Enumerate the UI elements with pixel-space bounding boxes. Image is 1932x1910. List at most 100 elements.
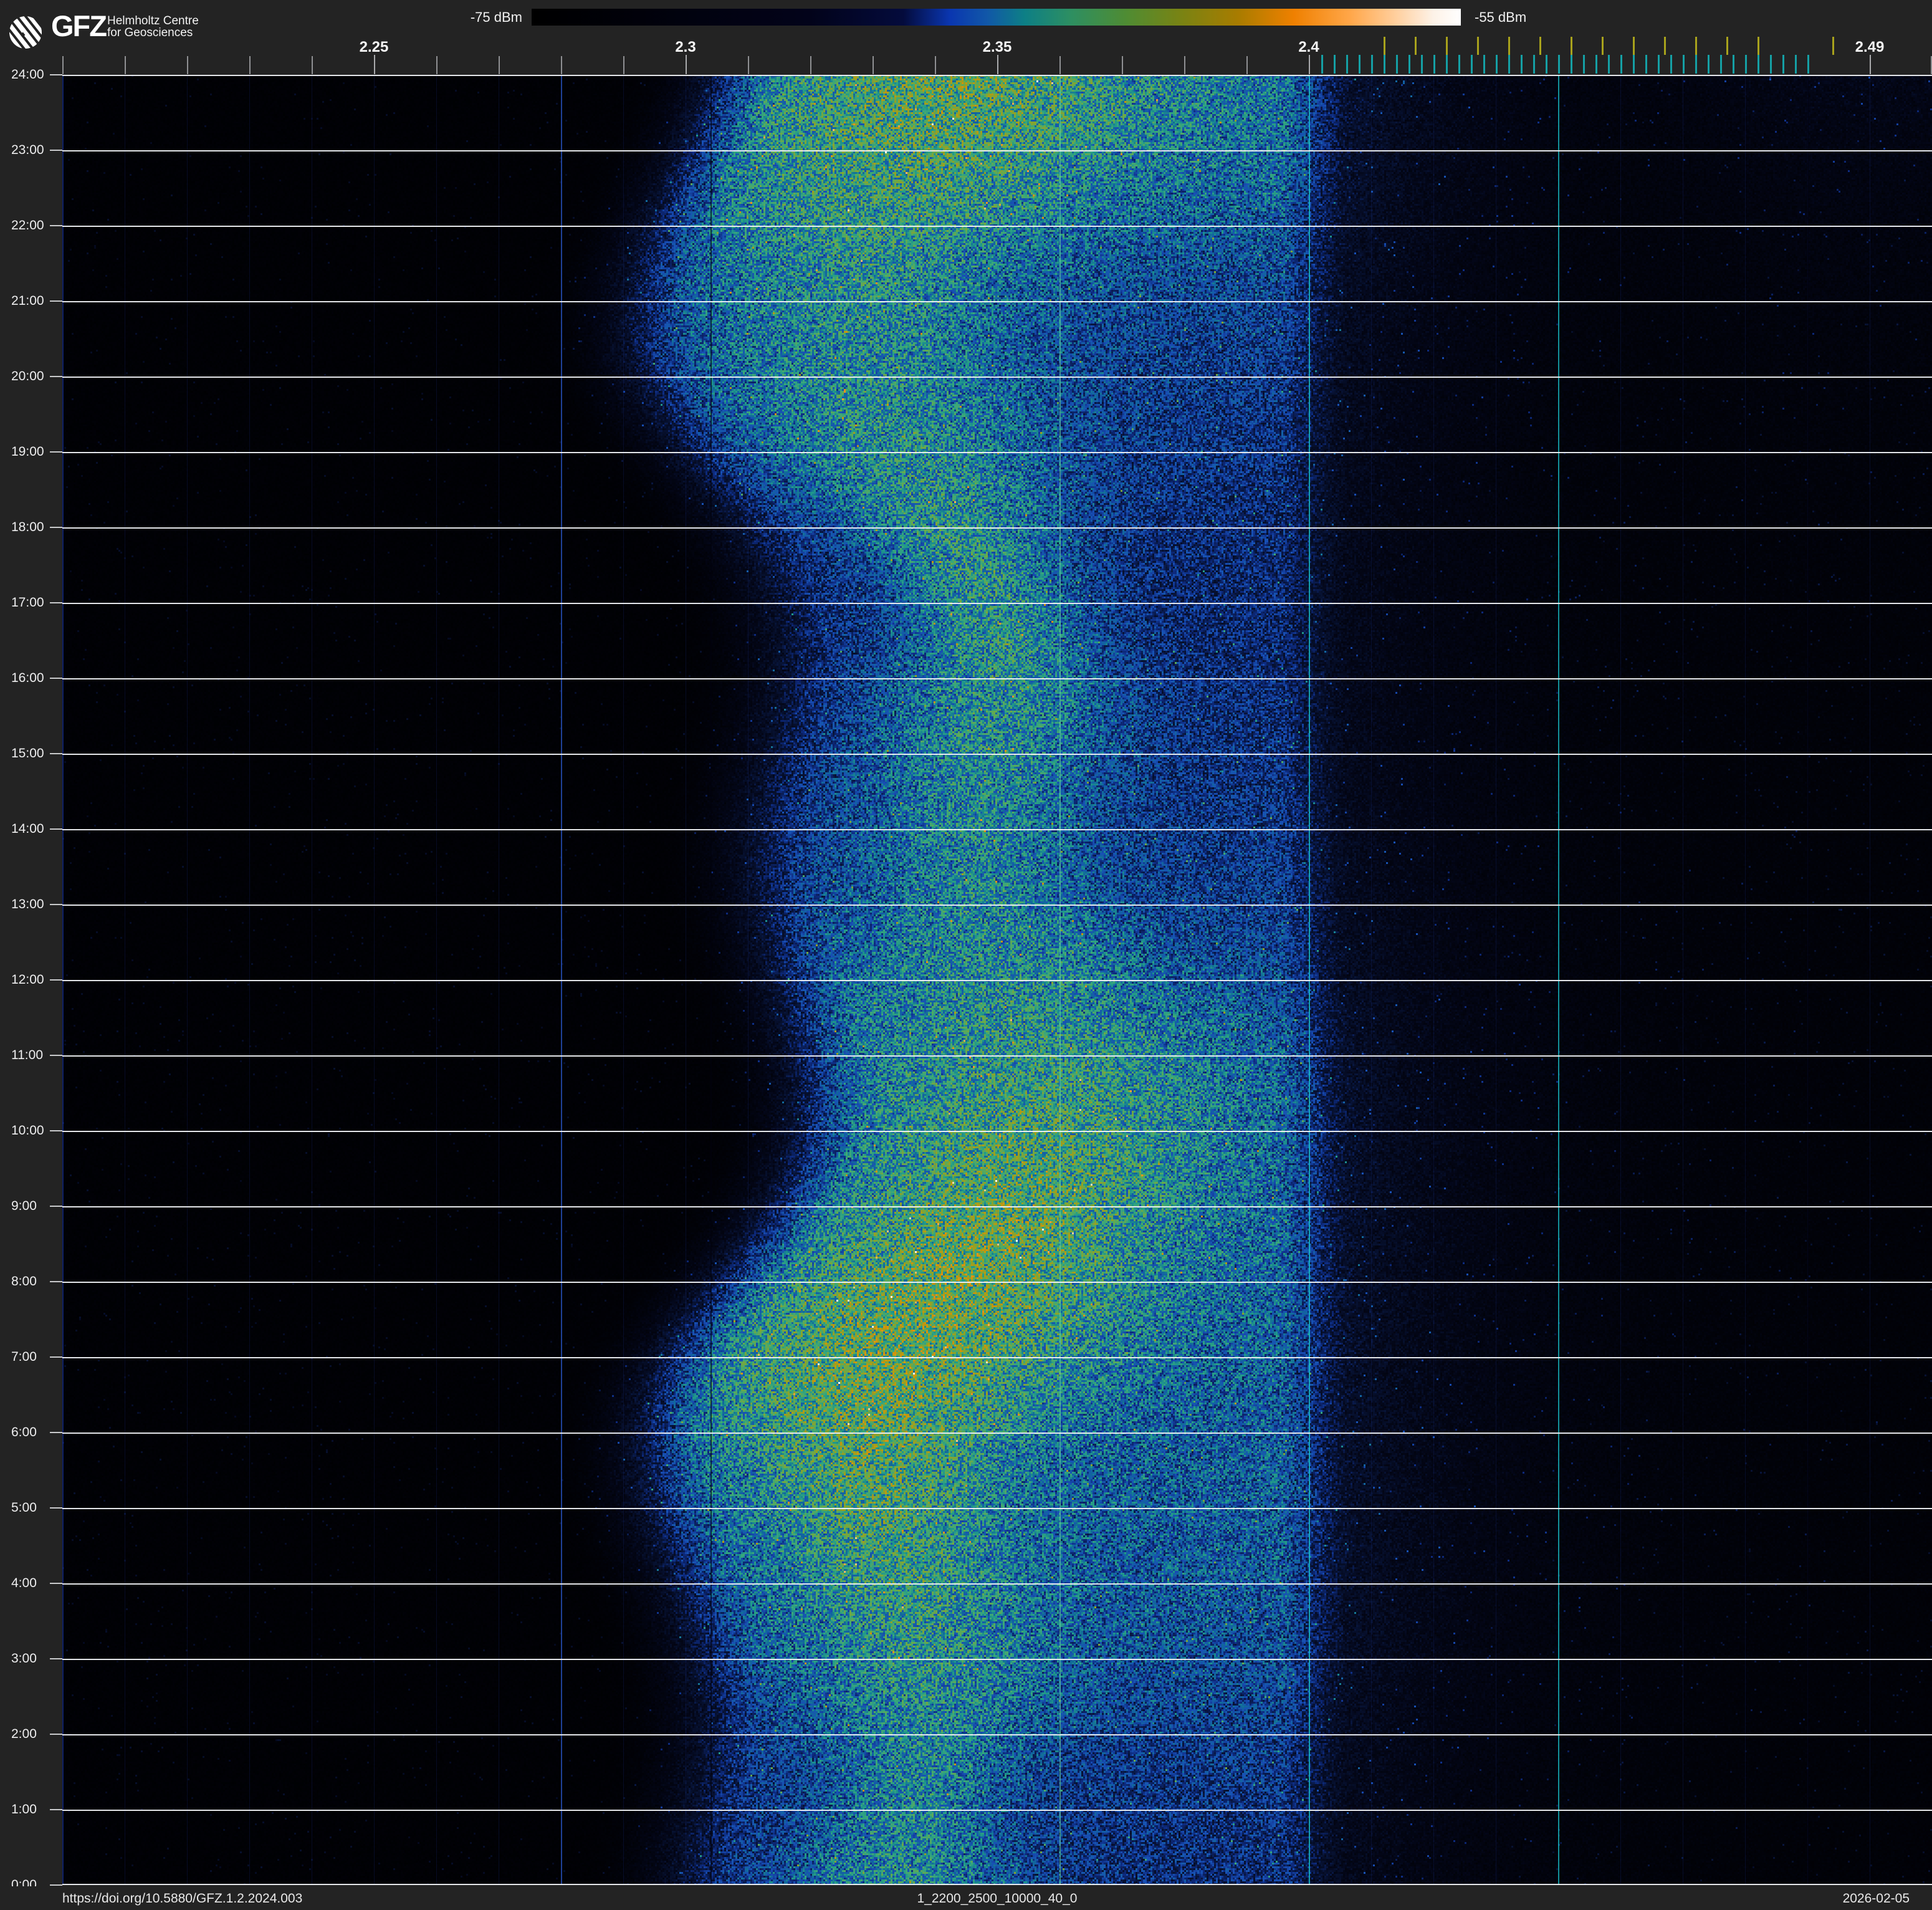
- hour-label: 1:00: [11, 1802, 37, 1816]
- ble-channel-tick: [1558, 55, 1560, 74]
- hour-label: 5:00: [11, 1500, 37, 1515]
- freq-minor-tick: [312, 56, 313, 74]
- hour-tick: [50, 1130, 62, 1131]
- hour-label: 4:00: [11, 1576, 37, 1590]
- freq-minor-tick: [249, 56, 251, 74]
- ble-channel-tick: [1458, 55, 1460, 74]
- ble-channel-tick: [1533, 55, 1535, 74]
- wifi-channel-tick: [1695, 37, 1697, 55]
- gfz-logo: [9, 12, 42, 52]
- hour-gridline: [62, 1055, 1932, 1057]
- hour-tick: [50, 828, 62, 830]
- hour-gridline: [62, 377, 1932, 378]
- header-bar: GFZ Helmholtz Centre for Geosciences -75…: [0, 0, 1932, 75]
- hour-label: 6:00: [11, 1425, 37, 1439]
- colorbar-min-label: -75 dBm: [470, 9, 522, 25]
- hour-gridline: [62, 301, 1932, 302]
- hour-tick: [50, 1055, 62, 1056]
- ble-channel-tick: [1745, 55, 1747, 74]
- ble-channel-tick: [1645, 55, 1647, 74]
- freq-minor-tick: [935, 56, 936, 74]
- hour-label: 20:00: [11, 369, 44, 383]
- hour-tick: [50, 1583, 62, 1584]
- ble-channel-tick: [1595, 55, 1597, 74]
- hour-label: 8:00: [11, 1274, 37, 1289]
- freq-minor-tick: [436, 56, 438, 74]
- freq-tick-label: 2.25: [359, 39, 389, 55]
- brand-tagline: Helmholtz Centre for Geosciences: [107, 15, 199, 39]
- ble-channel-tick: [1433, 55, 1435, 74]
- hour-tick: [50, 1884, 62, 1886]
- wifi-channel-tick: [1415, 37, 1417, 55]
- ble-channel-tick: [1346, 55, 1348, 74]
- ble-channel-tick: [1408, 55, 1410, 74]
- ble-channel-tick: [1446, 55, 1448, 74]
- hour-label: 15:00: [11, 746, 44, 761]
- freq-tick-label: 2.4: [1298, 39, 1319, 55]
- hour-gridline: [62, 452, 1932, 453]
- ble-channel-tick: [1608, 55, 1610, 74]
- dataset-id-label: 1_2200_2500_10000_40_0: [917, 1891, 1078, 1906]
- ble-channel-tick: [1371, 55, 1373, 74]
- hour-tick: [50, 300, 62, 302]
- hour-label: 16:00: [11, 671, 44, 685]
- colorbar-max-label: -55 dBm: [1475, 9, 1527, 25]
- hour-label: 10:00: [11, 1123, 44, 1138]
- freq-minor-tick: [561, 56, 562, 74]
- hour-gridline: [62, 829, 1932, 830]
- hour-tick: [50, 225, 62, 226]
- wifi-channel-tick: [1539, 37, 1541, 55]
- hour-label: 17:00: [11, 595, 44, 610]
- hour-gridline: [62, 1884, 1932, 1885]
- freq-major-tick: [1870, 55, 1871, 74]
- hour-label: 11:00: [11, 1048, 43, 1062]
- freq-minor-tick: [873, 56, 874, 74]
- freq-tick-label: 2.49: [1855, 39, 1885, 55]
- hour-label: 9:00: [11, 1199, 37, 1213]
- hour-gridline: [62, 1810, 1932, 1811]
- hour-tick: [50, 376, 62, 377]
- freq-major-tick: [997, 55, 998, 74]
- hour-tick: [50, 1809, 62, 1810]
- hour-gridline: [62, 1659, 1932, 1660]
- ble-channel-tick: [1508, 55, 1510, 74]
- ble-channel-tick: [1421, 55, 1423, 74]
- ble-channel-tick: [1733, 55, 1734, 74]
- hour-tick: [50, 979, 62, 981]
- hour-label: 22:00: [11, 218, 44, 233]
- wifi-channel-tick: [1508, 37, 1510, 55]
- freq-minor-tick: [187, 56, 188, 74]
- hour-gridline: [62, 1508, 1932, 1509]
- ble-channel-tick: [1770, 55, 1772, 74]
- hour-label: 23:00: [11, 143, 44, 157]
- hour-tick: [50, 1356, 62, 1358]
- hour-gridline: [62, 1206, 1932, 1207]
- wifi-channel-tick: [1757, 37, 1759, 55]
- hour-gridline: [62, 1734, 1932, 1735]
- hour-tick: [50, 1507, 62, 1509]
- wifi-channel-tick: [1571, 37, 1572, 55]
- ble-channel-tick: [1471, 55, 1473, 74]
- hour-tick: [50, 1206, 62, 1207]
- freq-minor-tick: [1246, 56, 1248, 74]
- hour-gridline: [62, 75, 1932, 76]
- hour-label: 14:00: [11, 822, 44, 836]
- hour-label: 19:00: [11, 444, 44, 459]
- tagline-line1: Helmholtz Centre: [107, 14, 199, 27]
- ble-channel-tick: [1496, 55, 1498, 74]
- ble-channel-tick: [1483, 55, 1485, 74]
- freq-tick-label: 2.35: [982, 39, 1012, 55]
- freq-minor-tick: [1122, 56, 1123, 74]
- hour-tick: [50, 527, 62, 528]
- freq-major-tick: [374, 55, 375, 74]
- spectrogram-plot: [62, 75, 1932, 1885]
- hour-tick: [50, 74, 62, 75]
- ble-channel-tick: [1633, 55, 1635, 74]
- hour-gridline: [62, 980, 1932, 981]
- ble-channel-tick: [1321, 55, 1323, 74]
- ble-channel-tick: [1807, 55, 1809, 74]
- hour-gridline: [62, 1357, 1932, 1358]
- freq-tick-label: 2.3: [675, 39, 696, 55]
- gfz-globe-icon: [9, 16, 42, 49]
- ble-channel-tick: [1521, 55, 1523, 74]
